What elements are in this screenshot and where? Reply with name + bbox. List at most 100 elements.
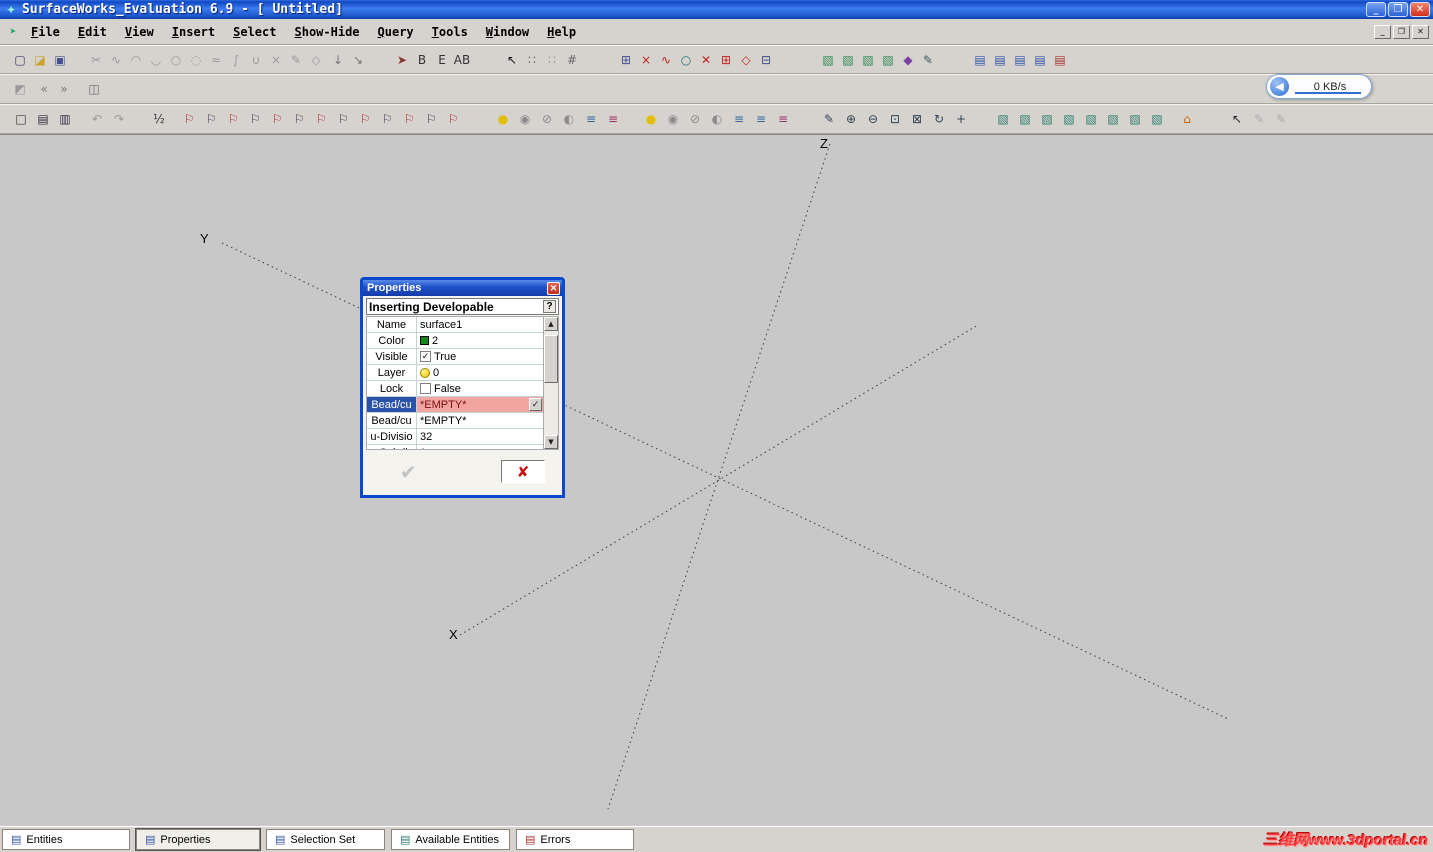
property-value[interactable]: *EMPTY* ✓ bbox=[417, 397, 543, 412]
property-row[interactable]: Visible True bbox=[367, 349, 543, 365]
flag-curves-icon[interactable]: ⚐ bbox=[200, 109, 222, 129]
tile-windows-icon[interactable]: ◫ bbox=[84, 79, 104, 99]
viewport[interactable]: Z Y X Properties ✕ Inserting Developable… bbox=[0, 134, 1433, 826]
property-value-icon[interactable] bbox=[420, 336, 429, 345]
pointer-icon[interactable]: ↖ bbox=[502, 50, 522, 70]
tab-properties[interactable]: ▤ Properties bbox=[135, 828, 261, 851]
menu-item[interactable]: Query bbox=[369, 22, 423, 42]
copy-entity-icon[interactable]: ▧ bbox=[818, 50, 838, 70]
scrollbar[interactable]: ▲ ▼ bbox=[543, 317, 558, 449]
polar-snap-icon[interactable]: ◇ bbox=[736, 50, 756, 70]
property-value[interactable]: True bbox=[417, 349, 543, 364]
jump-start-icon[interactable]: « bbox=[34, 79, 54, 99]
property-label[interactable]: Layer bbox=[367, 365, 417, 380]
circle-tool-icon[interactable]: ○ bbox=[166, 50, 186, 70]
point-table-icon[interactable]: ⊟ bbox=[756, 50, 776, 70]
edge-tool-icon[interactable]: E bbox=[432, 50, 452, 70]
arc-tool-icon[interactable]: ◌ bbox=[186, 50, 206, 70]
rotate-view-icon[interactable]: ↻ bbox=[928, 109, 950, 129]
drag-tool-icon[interactable]: ◇ bbox=[306, 50, 326, 70]
view-right-icon[interactable]: ▧ bbox=[1124, 109, 1146, 129]
relabel-tool-icon[interactable]: ✎ bbox=[286, 50, 306, 70]
view-single-icon[interactable]: □ bbox=[10, 109, 32, 129]
save-icon[interactable]: ▣ bbox=[50, 50, 70, 70]
menu-item[interactable]: Window bbox=[477, 22, 538, 42]
menu-item[interactable]: Edit bbox=[69, 22, 116, 42]
ok-button[interactable]: ✔ bbox=[400, 460, 417, 484]
property-row[interactable]: Name surface1 bbox=[367, 317, 543, 333]
view-columns-icon[interactable]: ▥ bbox=[54, 109, 76, 129]
show-eq-icon[interactable]: ≡ bbox=[580, 109, 602, 129]
property-value[interactable]: 32 bbox=[417, 429, 543, 444]
property-value[interactable]: 1 bbox=[417, 445, 543, 450]
flag-grid-icon[interactable]: ⚐ bbox=[332, 109, 354, 129]
snap-grid-dots2-icon[interactable]: ∷ bbox=[542, 50, 562, 70]
flag-points-icon[interactable]: ⚐ bbox=[178, 109, 200, 129]
property-value[interactable]: 2 bbox=[417, 333, 543, 348]
tab-available-entities[interactable]: ▤ Available Entities bbox=[391, 829, 510, 850]
menu-item[interactable]: View bbox=[116, 22, 163, 42]
tab-selection-set[interactable]: ▤ Selection Set bbox=[266, 829, 385, 850]
flag-normals-icon[interactable]: ⚐ bbox=[288, 109, 310, 129]
orient-arrows-icon[interactable]: ➤ bbox=[392, 50, 412, 70]
copy-curve-icon[interactable]: ∿ bbox=[106, 50, 126, 70]
property-value-icon[interactable] bbox=[420, 351, 431, 362]
view-back-icon[interactable]: ▧ bbox=[1080, 109, 1102, 129]
zoom-out-icon[interactable]: ⊖ bbox=[862, 109, 884, 129]
minimize-button[interactable]: _ bbox=[1366, 2, 1386, 17]
cancel-button[interactable]: ✘ bbox=[517, 463, 530, 481]
zoom-in-icon[interactable]: ⊕ bbox=[840, 109, 862, 129]
view-iso-icon[interactable]: ▧ bbox=[992, 109, 1014, 129]
property-label[interactable]: Bead/cu bbox=[367, 413, 417, 428]
property-row[interactable]: Layer 0 bbox=[367, 365, 543, 381]
menu-item[interactable]: Help bbox=[538, 22, 585, 42]
hide-entities-icon[interactable]: ⊘ bbox=[536, 109, 558, 129]
snap-toggle-icon[interactable]: # bbox=[562, 50, 582, 70]
scroll-down-button[interactable]: ▼ bbox=[544, 435, 558, 449]
zoom-window-icon[interactable]: ⊡ bbox=[884, 109, 906, 129]
menu-item[interactable]: Show-Hide bbox=[285, 22, 368, 42]
eraser-tool-icon[interactable]: ◩ bbox=[10, 79, 30, 99]
show-lamp-icon[interactable]: ● bbox=[492, 109, 514, 129]
selection-report-icon[interactable]: ▤ bbox=[1010, 50, 1030, 70]
help-button[interactable]: ? bbox=[543, 300, 556, 313]
redo-icon[interactable]: ↷ bbox=[108, 109, 130, 129]
property-label[interactable]: Visible bbox=[367, 349, 417, 364]
property-label[interactable]: Bead/cu bbox=[367, 397, 417, 412]
property-row[interactable]: u-Subdiv 1 bbox=[367, 445, 543, 449]
curve-snap-icon[interactable]: ∿ bbox=[656, 50, 676, 70]
zoom-extents-icon[interactable]: ⊠ bbox=[906, 109, 928, 129]
properties-report-icon[interactable]: ▤ bbox=[990, 50, 1010, 70]
divide-half-icon[interactable]: ½ bbox=[148, 109, 170, 129]
property-value[interactable]: 0 bbox=[417, 365, 543, 380]
property-label[interactable]: u-Divisio bbox=[367, 429, 417, 444]
flag-mesh-icon[interactable]: ⚐ bbox=[310, 109, 332, 129]
pick-add-icon[interactable]: ✎ bbox=[1248, 109, 1270, 129]
scroll-thumb[interactable] bbox=[544, 335, 558, 383]
pour-point-icon[interactable]: ↓ bbox=[328, 50, 348, 70]
view-front-icon[interactable]: ▧ bbox=[1058, 109, 1080, 129]
scroll-track[interactable] bbox=[544, 331, 558, 435]
undo-icon[interactable]: ↶ bbox=[86, 109, 108, 129]
toggle-visibility-icon[interactable]: ◐ bbox=[558, 109, 580, 129]
flag-surfaces-icon[interactable]: ⚐ bbox=[222, 109, 244, 129]
property-label[interactable]: Name bbox=[367, 317, 417, 332]
circle-snap-icon[interactable]: ○ bbox=[676, 50, 696, 70]
view-bottom-icon[interactable]: ▧ bbox=[1036, 109, 1058, 129]
grid-snap-icon[interactable]: ⊞ bbox=[716, 50, 736, 70]
intersect-snap-icon[interactable]: ✕ bbox=[696, 50, 716, 70]
mdi-restore-button[interactable]: ❐ bbox=[1393, 24, 1410, 39]
flag-trim-icon[interactable]: ⚐ bbox=[442, 109, 464, 129]
property-value-icon[interactable] bbox=[420, 367, 430, 378]
view-top-icon[interactable]: ▧ bbox=[1014, 109, 1036, 129]
property-value[interactable]: False bbox=[417, 381, 543, 396]
paste-entity-icon[interactable]: ▧ bbox=[838, 50, 858, 70]
flag-knots-icon[interactable]: ⚐ bbox=[398, 109, 420, 129]
mdi-close-button[interactable]: ✕ bbox=[1412, 24, 1429, 39]
menu-item[interactable]: Insert bbox=[163, 22, 224, 42]
new-file-icon[interactable]: ▢ bbox=[10, 50, 30, 70]
flag-control-net-icon[interactable]: ⚐ bbox=[420, 109, 442, 129]
spline-tool-icon[interactable]: ≈ bbox=[206, 50, 226, 70]
property-label[interactable]: Color bbox=[367, 333, 417, 348]
tab-entities[interactable]: ▤ Entities bbox=[2, 829, 130, 850]
